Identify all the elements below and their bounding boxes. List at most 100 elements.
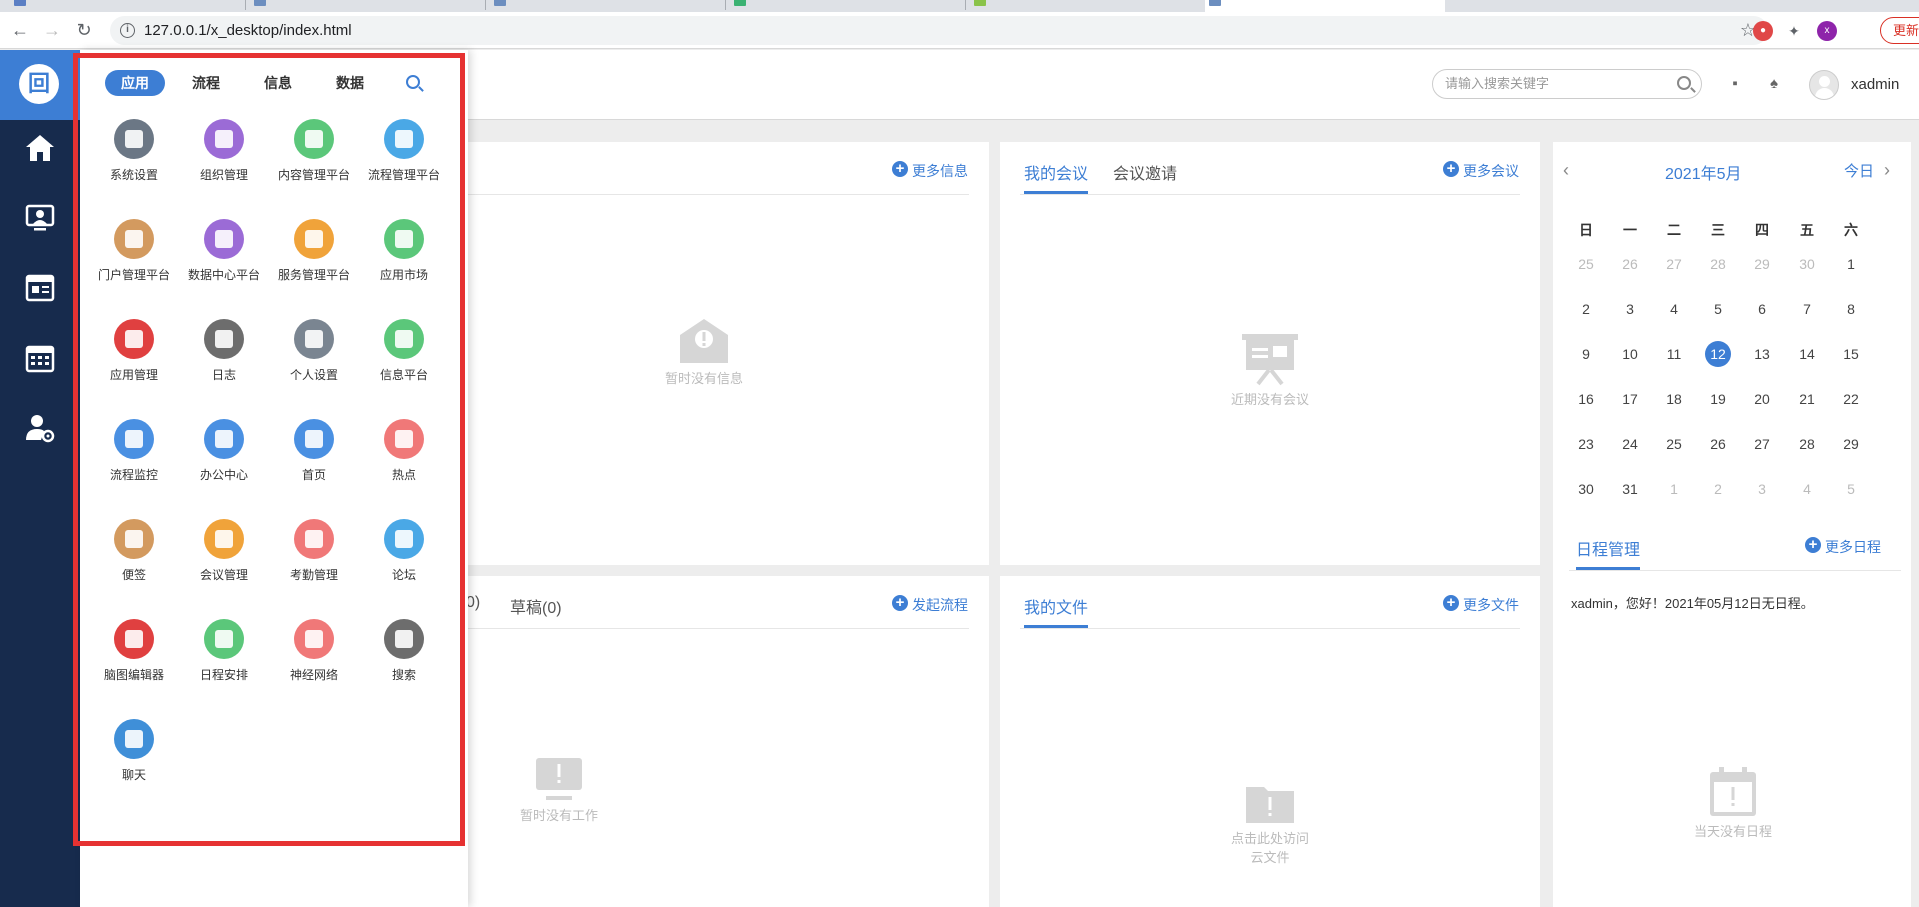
calendar-day[interactable]: 28	[1703, 251, 1733, 277]
app-gear[interactable]: 系统设置	[89, 119, 179, 199]
extensions-puzzle-icon[interactable]: ✦	[1784, 21, 1804, 41]
app-chart-board[interactable]: 数据中心平台	[179, 219, 269, 299]
reload-icon[interactable]: ↻	[72, 18, 96, 42]
launcher-tab-data[interactable]: 数据	[320, 70, 380, 96]
calendar-day[interactable]: 4	[1659, 296, 1689, 322]
office-center-icon[interactable]	[24, 202, 56, 234]
app-monitor[interactable]: 内容管理平台	[269, 119, 359, 199]
calendar-day[interactable]: 29	[1747, 251, 1777, 277]
calendar-day[interactable]: 22	[1836, 386, 1866, 412]
calendar-day[interactable]: 26	[1615, 251, 1645, 277]
more-meetings-link[interactable]: 更多会议	[1443, 161, 1519, 181]
calendar-day[interactable]: 1	[1659, 476, 1689, 502]
address-bar[interactable]: i 127.0.0.1/x_desktop/index.html ☆	[110, 16, 1768, 45]
calendar-day[interactable]: 21	[1792, 386, 1822, 412]
launcher-search-icon[interactable]	[406, 75, 420, 89]
skin-icon[interactable]: ♠	[1766, 76, 1782, 92]
home-icon[interactable]	[24, 132, 56, 164]
calendar-icon[interactable]	[24, 342, 56, 374]
calendar-day[interactable]: 23	[1571, 431, 1601, 457]
profile-avatar[interactable]: x	[1817, 21, 1837, 41]
app-org-chart[interactable]: 组织管理	[179, 119, 269, 199]
calendar-day[interactable]: 5	[1836, 476, 1866, 502]
calendar-day[interactable]: 29	[1836, 431, 1866, 457]
launcher-tab-processes[interactable]: 流程	[176, 70, 236, 96]
app-log[interactable]: 日志	[179, 319, 269, 399]
calendar-day[interactable]: 13	[1747, 341, 1777, 367]
app-flow[interactable]: 流程管理平台	[359, 119, 449, 199]
calendar-day[interactable]: 14	[1792, 341, 1822, 367]
app-note[interactable]: 便签	[89, 519, 179, 599]
app-brain[interactable]: 神经网络	[269, 619, 359, 699]
app-mindmap[interactable]: 脑图编辑器	[89, 619, 179, 699]
calendar-day[interactable]: 10	[1615, 341, 1645, 367]
calendar-day[interactable]: 28	[1792, 431, 1822, 457]
calendar-day[interactable]: 8	[1836, 296, 1866, 322]
calendar-day[interactable]: 24	[1615, 431, 1645, 457]
browser-tab[interactable]	[250, 0, 480, 12]
start-process-link[interactable]: 发起流程	[892, 595, 968, 615]
more-info-link[interactable]: 更多信息	[892, 161, 968, 181]
calendar-day[interactable]: 7	[1792, 296, 1822, 322]
extension-icon[interactable]: ●	[1753, 21, 1773, 41]
calendar-day[interactable]: 20	[1747, 386, 1777, 412]
launcher-tab-apps[interactable]: 应用	[105, 70, 165, 96]
app-flame[interactable]: 热点	[359, 419, 449, 499]
calendar-day[interactable]: 6	[1747, 296, 1777, 322]
calendar-day[interactable]: 19	[1703, 386, 1733, 412]
app-calendar[interactable]: 日程安排	[179, 619, 269, 699]
browser-tab[interactable]	[730, 0, 960, 12]
calendar-day[interactable]: 15	[1836, 341, 1866, 367]
forward-icon[interactable]: →	[40, 18, 64, 42]
app-logo[interactable]: 回	[0, 50, 80, 120]
calendar-day[interactable]: 1	[1836, 251, 1866, 277]
calendar-day[interactable]: 5	[1703, 296, 1733, 322]
calendar-day[interactable]: 26	[1703, 431, 1733, 457]
tab-drafts[interactable]: 草稿(0)	[510, 594, 562, 618]
tab-my-files[interactable]: 我的文件	[1024, 594, 1089, 628]
more-files-link[interactable]: 更多文件	[1443, 595, 1519, 615]
search-input[interactable]: 请输入搜索关键字	[1432, 69, 1702, 99]
back-icon[interactable]: ←	[8, 18, 32, 42]
app-shopping-bag[interactable]: 应用市场	[359, 219, 449, 299]
calendar-day[interactable]: 2	[1703, 476, 1733, 502]
calendar-day[interactable]: 12	[1703, 341, 1733, 367]
app-portal[interactable]: 门户管理平台	[89, 219, 179, 299]
calendar-day[interactable]: 25	[1571, 251, 1601, 277]
calendar-day[interactable]: 2	[1571, 296, 1601, 322]
browser-tab-active[interactable]	[1205, 0, 1445, 12]
calendar-day[interactable]: 30	[1571, 476, 1601, 502]
message-icon[interactable]: ▪	[1727, 76, 1743, 92]
calendar-day[interactable]: 25	[1659, 431, 1689, 457]
app-user-settings[interactable]: 个人设置	[269, 319, 359, 399]
browser-tab[interactable]	[970, 0, 1200, 12]
user-avatar[interactable]	[1809, 70, 1839, 100]
app-gauge[interactable]: 流程监控	[89, 419, 179, 499]
update-button[interactable]: 更新 ⋮	[1880, 17, 1919, 44]
app-search[interactable]: 搜索	[359, 619, 449, 699]
calendar-day[interactable]: 16	[1571, 386, 1601, 412]
calendar-day[interactable]: 17	[1615, 386, 1645, 412]
browser-tab[interactable]	[490, 0, 720, 12]
search-icon[interactable]	[1677, 76, 1691, 90]
calendar-day[interactable]: 3	[1747, 476, 1777, 502]
calendar-day[interactable]: 11	[1659, 341, 1689, 367]
calendar-day[interactable]: 9	[1571, 341, 1601, 367]
calendar-day[interactable]: 30	[1792, 251, 1822, 277]
app-home[interactable]: 首页	[269, 419, 359, 499]
app-news[interactable]: 信息平台	[359, 319, 449, 399]
calendar-day[interactable]: 4	[1792, 476, 1822, 502]
user-settings-icon[interactable]	[24, 412, 56, 444]
browser-tab[interactable]	[10, 0, 240, 12]
tab-work-partial[interactable]: 0)	[466, 594, 480, 612]
app-forum[interactable]: 论坛	[359, 519, 449, 599]
app-app-manage[interactable]: 应用管理	[89, 319, 179, 399]
launcher-tab-info[interactable]: 信息	[248, 70, 308, 96]
app-chat[interactable]: 聊天	[89, 719, 179, 799]
app-touch[interactable]: 考勤管理	[269, 519, 359, 599]
username[interactable]: xadmin	[1851, 76, 1899, 93]
tab-my-meetings[interactable]: 我的会议	[1024, 160, 1089, 194]
calendar-day[interactable]: 3	[1615, 296, 1645, 322]
tab-meeting-invitations[interactable]: 会议邀请	[1113, 160, 1177, 184]
cloud-file-empty-state[interactable]: 点击此处访问 云文件	[1200, 781, 1340, 866]
